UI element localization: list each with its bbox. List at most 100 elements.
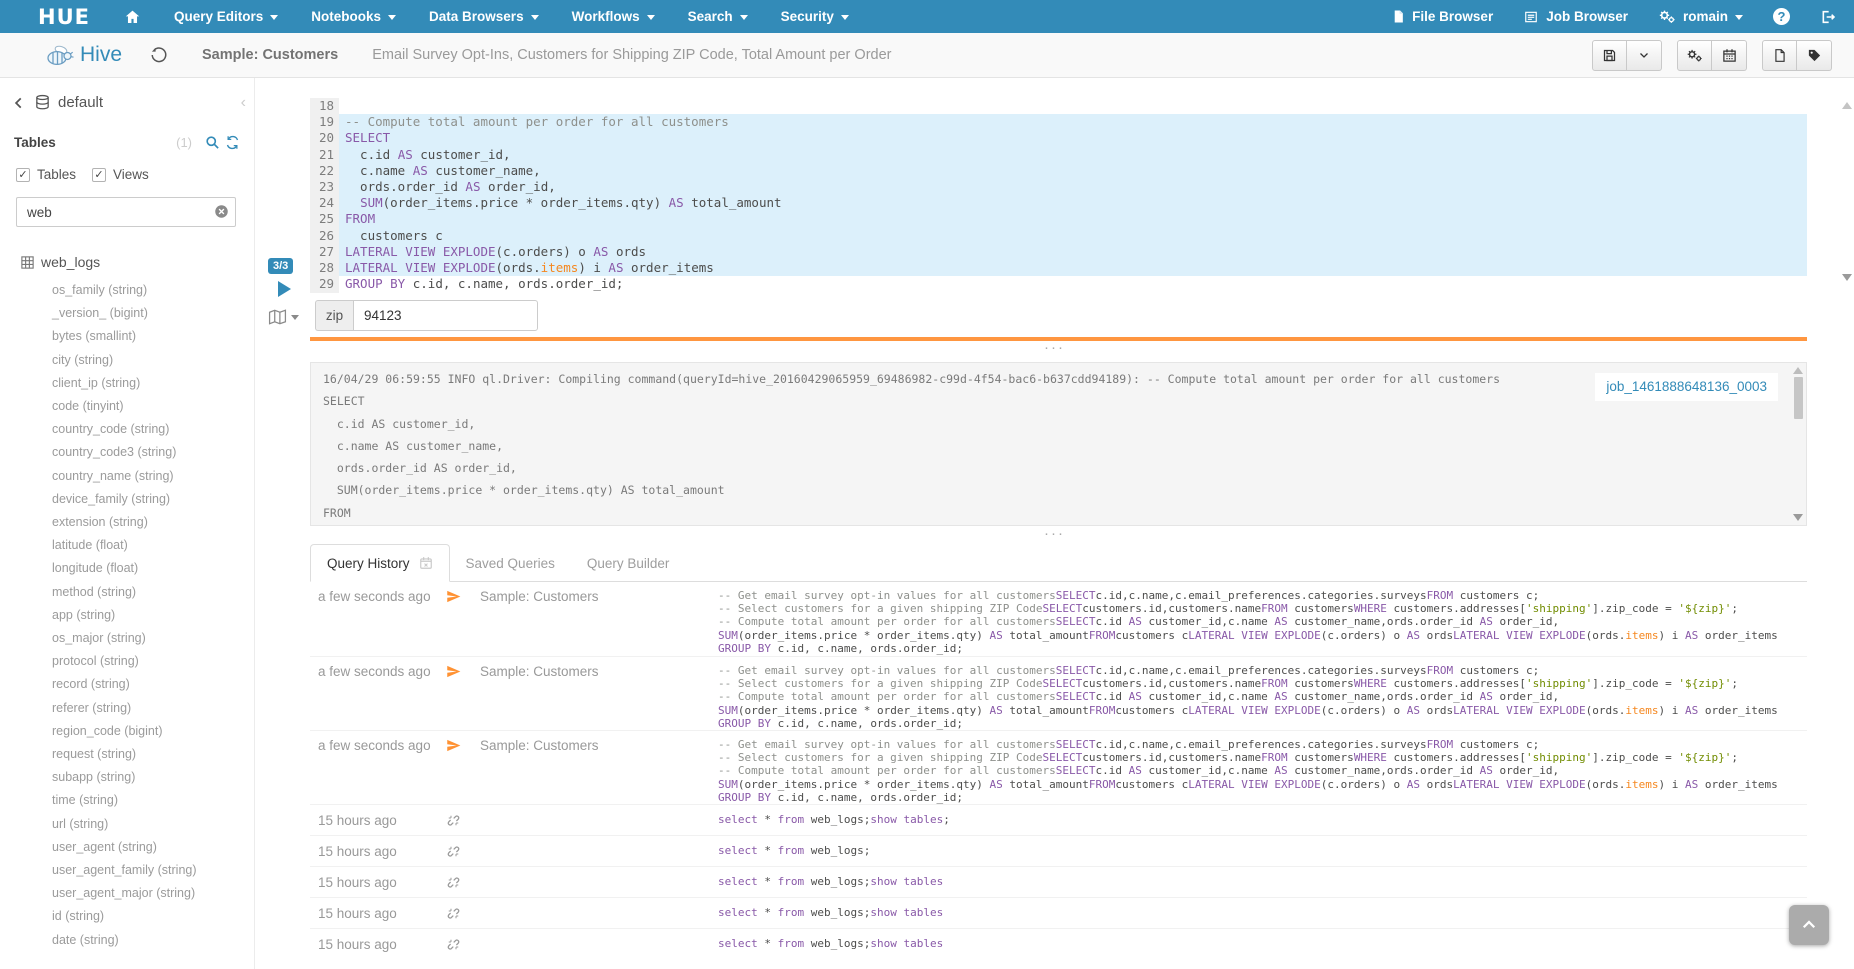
history-row[interactable]: 15 hours ago select * from web_logs;show… (310, 897, 1807, 928)
database-selector[interactable]: default (12, 94, 254, 111)
column-item[interactable]: user_agent (string) (52, 836, 254, 859)
menu-security[interactable]: Security (781, 9, 849, 24)
history-row[interactable]: 15 hours ago select * from web_logs;show… (310, 866, 1807, 897)
search-toggle-button[interactable] (205, 135, 220, 150)
history-query[interactable]: select * from web_logs;show tables; (718, 813, 1807, 826)
column-item[interactable]: code (tinyint) (52, 395, 254, 418)
history-query[interactable]: select * from web_logs;show tables (718, 875, 1807, 888)
column-item[interactable]: country_name (string) (52, 465, 254, 488)
table-search-input[interactable] (16, 197, 236, 227)
settings-button[interactable] (1677, 40, 1712, 71)
hue-logo[interactable]: HUE (38, 5, 90, 29)
help-button[interactable]: ? (1773, 8, 1790, 25)
scroll-up-arrow[interactable] (1793, 367, 1803, 374)
history-row[interactable]: 15 hours ago select * from web_logs;show… (310, 928, 1807, 959)
column-item[interactable]: device_family (string) (52, 488, 254, 511)
column-item[interactable]: subapp (string) (52, 766, 254, 789)
query-history-button[interactable] (150, 46, 168, 64)
scrollbar-thumb[interactable] (1794, 377, 1803, 419)
home-button[interactable] (124, 9, 141, 25)
column-item[interactable]: user_agent_family (string) (52, 859, 254, 882)
execute-button[interactable] (278, 281, 291, 297)
column-item[interactable]: client_ip (string) (52, 372, 254, 395)
checkbox-tables[interactable]: ✓ (16, 168, 30, 182)
column-item[interactable]: protocol (string) (52, 650, 254, 673)
history-row[interactable]: a few seconds ago Sample: Customers-- Ge… (310, 656, 1807, 730)
refresh-button[interactable] (225, 135, 240, 150)
tags-button[interactable] (1797, 40, 1832, 71)
column-item[interactable]: request (string) (52, 743, 254, 766)
column-item[interactable]: os_family (string) (52, 279, 254, 302)
resize-handle-top[interactable]: ··· (255, 344, 1854, 356)
code-line[interactable]: c.name AS customer_name, (339, 163, 1807, 179)
column-item[interactable]: city (string) (52, 349, 254, 372)
code-line[interactable]: FROM (339, 211, 1807, 227)
history-row[interactable]: a few seconds ago Sample: Customers-- Ge… (310, 730, 1807, 804)
column-item[interactable]: country_code3 (string) (52, 441, 254, 464)
code-line[interactable]: LATERAL VIEW EXPLODE(ords.items) i AS or… (339, 260, 1807, 276)
column-item[interactable]: user_agent_major (string) (52, 882, 254, 905)
save-dropdown-button[interactable] (1627, 40, 1662, 71)
column-item[interactable]: _version_ (bigint) (52, 302, 254, 325)
column-item[interactable]: url (string) (52, 813, 254, 836)
code-line[interactable]: ords.order_id AS order_id, (339, 179, 1807, 195)
column-item[interactable]: app (string) (52, 604, 254, 627)
column-item[interactable]: referer (string) (52, 697, 254, 720)
history-query[interactable]: select * from web_logs; (718, 844, 1807, 857)
code-line[interactable] (339, 98, 1807, 114)
table-item[interactable]: web_logs (20, 254, 254, 270)
column-item[interactable]: os_major (string) (52, 627, 254, 650)
checkbox-views[interactable]: ✓ (92, 168, 106, 182)
hive-brand[interactable]: Hive (44, 43, 122, 67)
history-row[interactable]: a few seconds ago Sample: Customers-- Ge… (310, 582, 1807, 656)
document-description[interactable]: Email Survey Opt-Ins, Customers for Ship… (372, 47, 891, 63)
resize-handle-bottom[interactable]: ··· (255, 530, 1854, 542)
code-line[interactable]: SUM(order_items.price * order_items.qty)… (339, 195, 1807, 211)
column-item[interactable]: bytes (smallint) (52, 325, 254, 348)
menu-data-browsers[interactable]: Data Browsers (429, 9, 539, 24)
save-button[interactable] (1592, 40, 1627, 71)
job-link[interactable]: job_1461888648136_0003 (1606, 379, 1767, 394)
scroll-down-arrow[interactable] (1793, 514, 1803, 521)
sidebar-collapse-handle[interactable]: ‹ (241, 94, 246, 112)
logout-button[interactable] (1820, 9, 1836, 25)
clear-search-icon[interactable] (214, 204, 229, 219)
editor-scroll-up[interactable] (1842, 102, 1852, 109)
column-item[interactable]: id (string) (52, 905, 254, 928)
column-item[interactable]: record (string) (52, 673, 254, 696)
map-navigator-button[interactable] (268, 309, 299, 325)
column-item[interactable]: longitude (float) (52, 557, 254, 580)
schedule-button[interactable] (1712, 40, 1747, 71)
history-query[interactable]: select * from web_logs;show tables (718, 906, 1807, 919)
history-query[interactable]: -- Get email survey opt-in values for al… (718, 589, 1807, 656)
history-query[interactable]: -- Get email survey opt-in values for al… (718, 664, 1807, 730)
code-line[interactable]: SELECT (339, 130, 1807, 146)
column-item[interactable]: method (string) (52, 581, 254, 604)
user-menu[interactable]: romain (1658, 9, 1743, 24)
menu-workflows[interactable]: Workflows (572, 9, 655, 24)
menu-notebooks[interactable]: Notebooks (311, 9, 396, 24)
history-query[interactable]: select * from web_logs;show tables (718, 937, 1807, 950)
log-scrollbar[interactable] (1792, 365, 1804, 523)
menu-search[interactable]: Search (688, 9, 748, 24)
menu-query-editors[interactable]: Query Editors (174, 9, 278, 24)
history-row[interactable]: 15 hours ago select * from web_logs; (310, 835, 1807, 866)
variable-input[interactable] (353, 300, 538, 331)
column-item[interactable]: date (string) (52, 929, 254, 952)
code-line[interactable]: -- Compute total amount per order for al… (339, 114, 1807, 130)
column-item[interactable]: extension (string) (52, 511, 254, 534)
history-query[interactable]: -- Get email survey opt-in values for al… (718, 738, 1807, 804)
editor-scroll-down[interactable] (1842, 274, 1852, 281)
file-browser-button[interactable]: File Browser (1392, 9, 1493, 24)
column-item[interactable]: latitude (float) (52, 534, 254, 557)
code-line[interactable]: LATERAL VIEW EXPLODE(c.orders) o AS ords (339, 244, 1807, 260)
history-row[interactable]: 15 hours ago select * from web_logs;show… (310, 804, 1807, 835)
new-document-button[interactable] (1762, 40, 1797, 71)
code-line[interactable]: GROUP BY c.id, c.name, ords.order_id; (339, 276, 1807, 292)
document-title[interactable]: Sample: Customers (202, 47, 338, 63)
calendar-x-icon[interactable] (419, 556, 433, 570)
column-item[interactable]: country_code (string) (52, 418, 254, 441)
job-browser-button[interactable]: Job Browser (1523, 9, 1628, 24)
tab-query-builder[interactable]: Query Builder (571, 544, 686, 582)
tab-query-history[interactable]: Query History (310, 544, 450, 582)
